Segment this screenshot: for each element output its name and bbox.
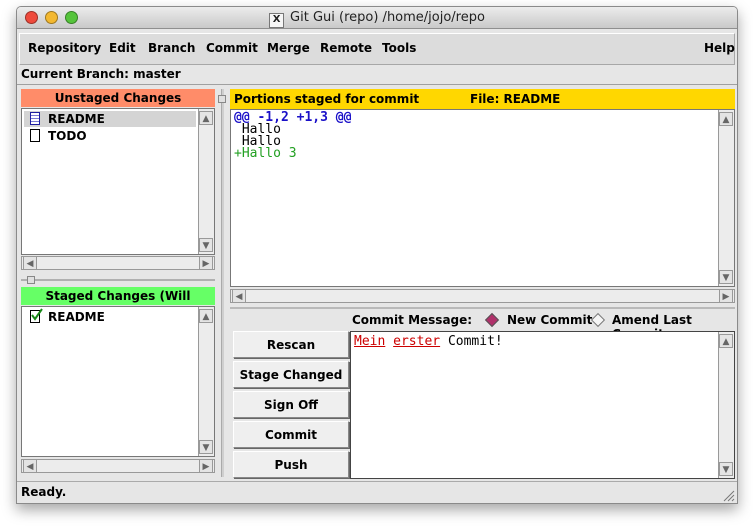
menu-branch[interactable]: Branch: [148, 41, 195, 55]
pane-splitter[interactable]: [21, 279, 215, 281]
window-title: Git Gui (repo) /home/jojo/repo: [290, 10, 485, 25]
new-commit-option[interactable]: New Commit: [507, 313, 592, 327]
scroll-left-icon[interactable]: ◀: [232, 289, 246, 303]
splitter-handle[interactable]: [27, 276, 35, 284]
staged-horizontal-scrollbar[interactable]: ◀ ▶: [21, 459, 215, 473]
diff-header-file: File: README: [470, 92, 561, 106]
diff-hunk-header: @@ -1,2 +1,3 @@: [234, 110, 352, 125]
unstaged-file-todo[interactable]: TODO: [24, 128, 196, 144]
diff-context-line: Hallo: [234, 134, 281, 149]
status-text: Ready.: [21, 485, 67, 499]
x11-icon: X: [269, 13, 285, 28]
scroll-up-icon[interactable]: ▲: [719, 334, 733, 348]
scroll-down-icon[interactable]: ▼: [199, 238, 213, 252]
scroll-up-icon[interactable]: ▲: [199, 309, 213, 323]
commit-message-input[interactable]: Mein erster Commit! ▲ ▼: [350, 331, 735, 479]
pane-splitter[interactable]: [230, 307, 735, 309]
vertical-splitter[interactable]: [221, 89, 224, 477]
diff-header: Portions staged for commit File: README: [230, 89, 735, 109]
commit-message-label: Commit Message:: [352, 313, 473, 327]
file-icon: [30, 129, 40, 142]
staged-file-readme[interactable]: README: [24, 308, 196, 325]
scroll-up-icon[interactable]: ▲: [199, 111, 213, 125]
status-bar: Ready.: [17, 481, 737, 503]
scroll-left-icon[interactable]: ◀: [23, 256, 37, 270]
menu-merge[interactable]: Merge: [267, 41, 310, 55]
scroll-down-icon[interactable]: ▼: [199, 440, 213, 454]
push-button[interactable]: Push: [233, 451, 349, 478]
git-gui-window: X Git Gui (repo) /home/jojo/repo Reposito…: [16, 6, 738, 504]
radio-amend-icon[interactable]: [590, 312, 606, 328]
menu-help[interactable]: Help: [704, 41, 735, 55]
menu-edit[interactable]: Edit: [109, 41, 136, 55]
title-bar[interactable]: X Git Gui (repo) /home/jojo/repo: [17, 7, 737, 29]
unstaged-file-list[interactable]: README TODO ▲ ▼: [21, 108, 215, 255]
scroll-down-icon[interactable]: ▼: [719, 270, 733, 284]
unstaged-horizontal-scrollbar[interactable]: ◀ ▶: [21, 256, 215, 270]
window-title-area: X Git Gui (repo) /home/jojo/repo: [17, 10, 737, 28]
commit-button[interactable]: Commit: [233, 421, 349, 448]
modified-file-icon: [30, 112, 40, 125]
commit-message-scrollbar[interactable]: ▲ ▼: [718, 332, 734, 478]
menu-remote[interactable]: Remote: [320, 41, 372, 55]
commit-word: Commit!: [447, 334, 503, 349]
file-name: README: [48, 112, 105, 126]
staged-vertical-scrollbar[interactable]: ▲ ▼: [198, 307, 214, 456]
menu-repository[interactable]: Repository: [28, 41, 101, 55]
staged-changes-header: Staged Changes (Will Commit): [21, 287, 215, 321]
radio-new-commit-icon[interactable]: [484, 312, 500, 328]
diff-vertical-scrollbar[interactable]: ▲ ▼: [718, 110, 734, 286]
current-branch-label: Current Branch: master: [21, 67, 181, 81]
scroll-down-icon[interactable]: ▼: [719, 462, 733, 476]
scroll-left-icon[interactable]: ◀: [23, 459, 37, 473]
scroll-right-icon[interactable]: ▶: [199, 256, 213, 270]
scroll-right-icon[interactable]: ▶: [199, 459, 213, 473]
sign-off-button[interactable]: Sign Off: [233, 391, 349, 418]
diff-added-line: +Hallo 3: [234, 146, 297, 161]
commit-word-misspelled: erster: [393, 334, 441, 349]
divider: [17, 84, 737, 85]
diff-header-title: Portions staged for commit: [234, 92, 420, 106]
scroll-up-icon[interactable]: ▲: [719, 112, 733, 126]
diff-context-line: Hallo: [234, 122, 281, 137]
stage-changed-button[interactable]: Stage Changed: [233, 361, 349, 388]
diff-view[interactable]: @@ -1,2 +1,3 @@ Hallo Hallo +Hallo 3 ▲ ▼: [230, 109, 735, 287]
checkbox-checked-icon: [30, 308, 43, 323]
menu-tools[interactable]: Tools: [382, 41, 416, 55]
menu-bar: Repository Edit Branch Commit Merge Remo…: [19, 33, 735, 65]
unstaged-file-readme[interactable]: README: [24, 111, 196, 127]
splitter-handle[interactable]: [218, 95, 226, 103]
diff-horizontal-scrollbar[interactable]: ◀ ▶: [230, 289, 735, 303]
file-name: TODO: [48, 129, 87, 143]
diff-text: @@ -1,2 +1,3 @@ Hallo Hallo +Hallo 3: [234, 110, 714, 161]
commit-message-text: Mein erster Commit!: [354, 334, 503, 349]
resize-grip-icon[interactable]: [723, 490, 735, 502]
staged-file-list[interactable]: README ▲ ▼: [21, 306, 215, 457]
unstaged-changes-header: Unstaged Changes: [21, 89, 215, 107]
scroll-right-icon[interactable]: ▶: [719, 289, 733, 303]
rescan-button[interactable]: Rescan: [233, 331, 349, 358]
menu-commit[interactable]: Commit: [206, 41, 258, 55]
file-name: README: [48, 310, 105, 324]
unstaged-vertical-scrollbar[interactable]: ▲ ▼: [198, 109, 214, 254]
commit-word-misspelled: Mein: [354, 334, 386, 349]
